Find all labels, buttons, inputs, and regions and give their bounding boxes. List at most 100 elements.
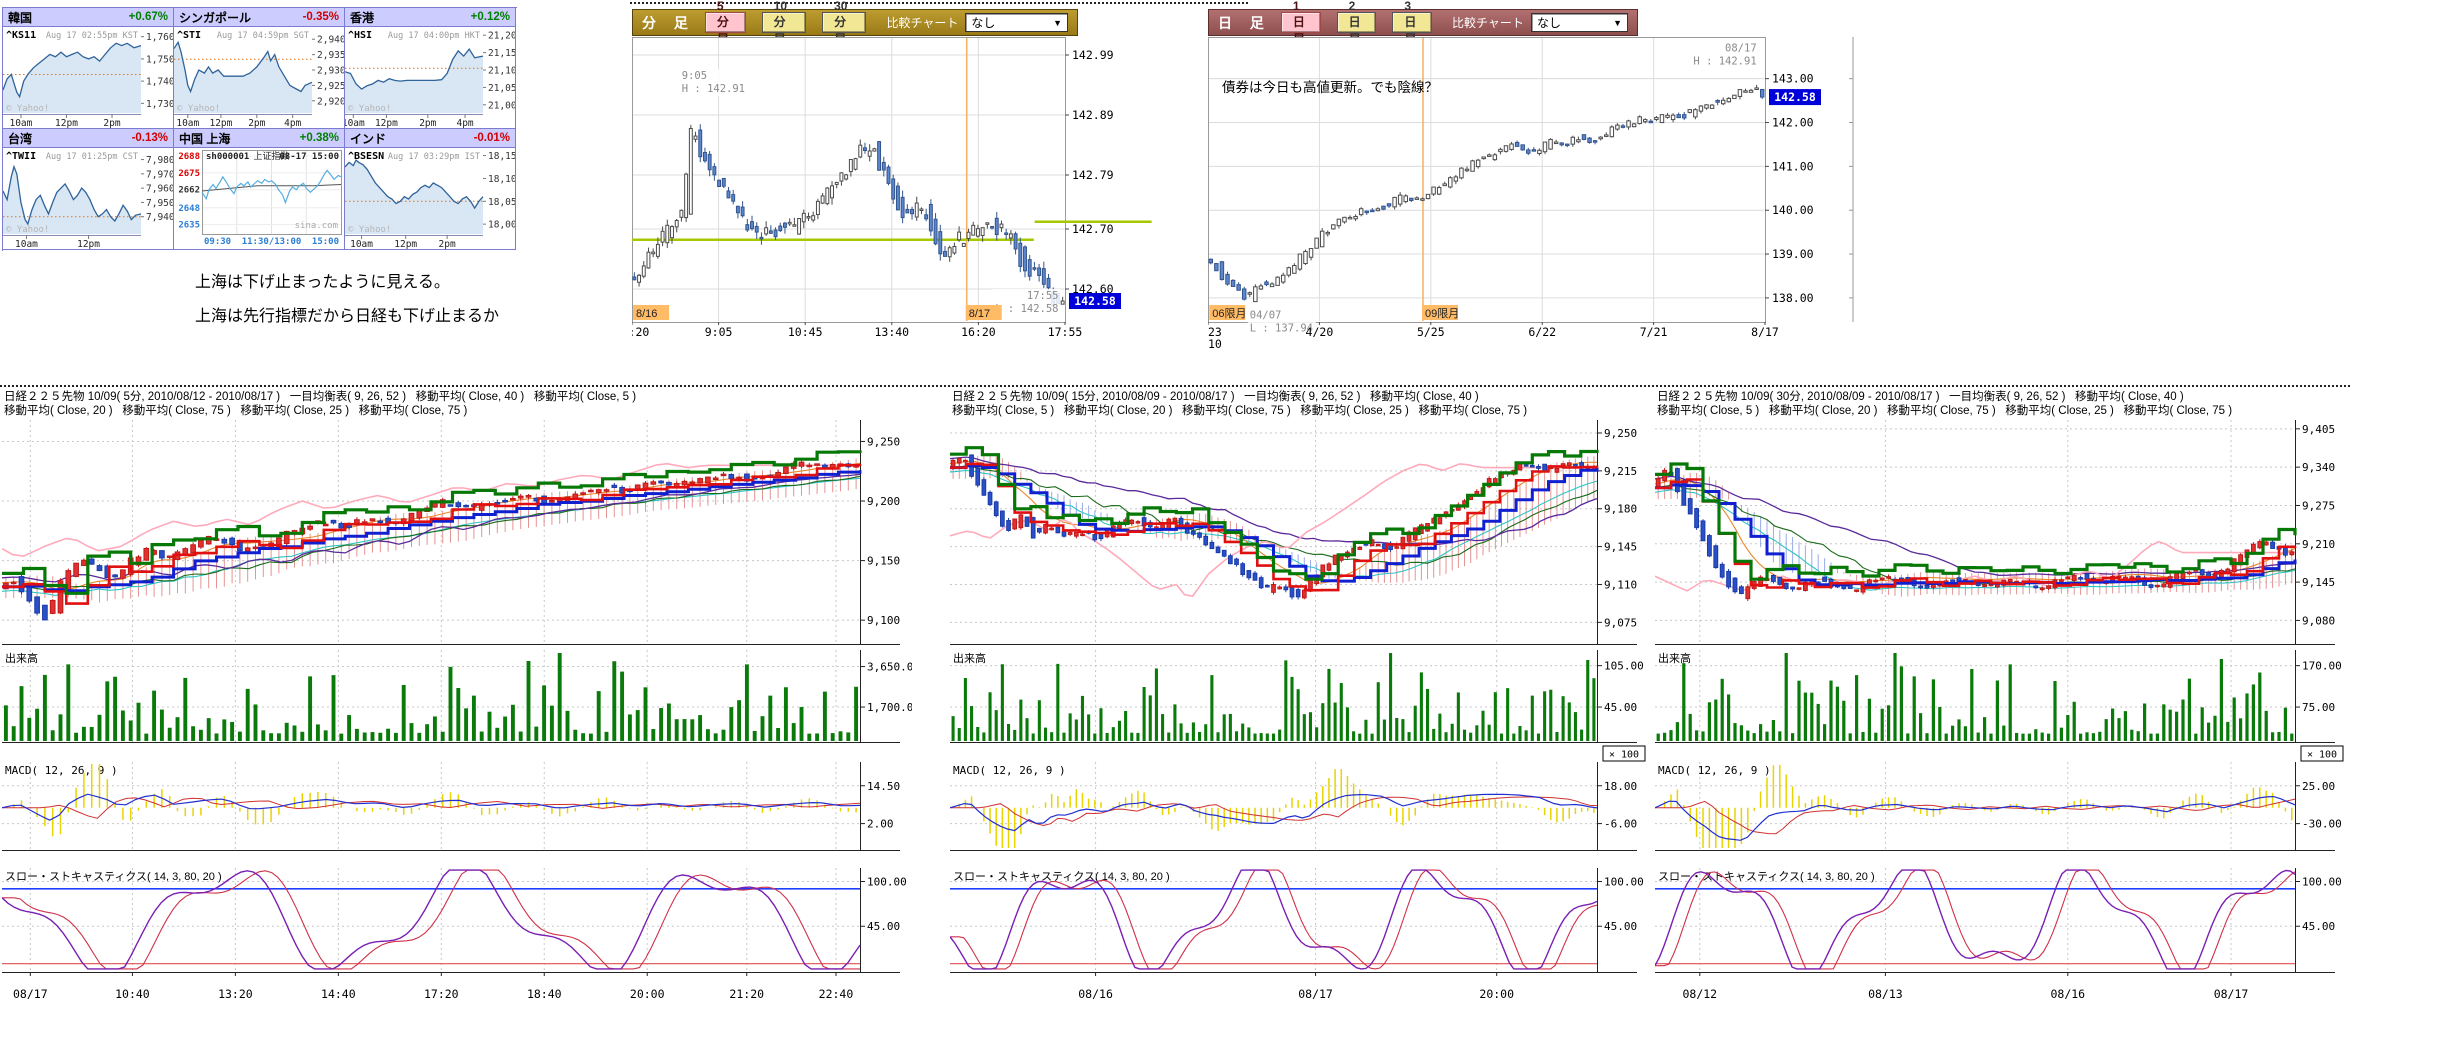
svg-text:^KS11: ^KS11	[6, 30, 36, 41]
market-sparkline: 26882675266226482635sh000001上证指数08-17 15…	[174, 148, 344, 249]
svg-text:100.00: 100.00	[2302, 876, 2342, 889]
svg-text:4/20: 4/20	[1306, 325, 1334, 339]
market-header: 韓国+0.67%	[3, 8, 173, 27]
tech-chart-t2[interactable]: 9,2509,2159,1809,1459,1109,075出来高105.004…	[950, 390, 1649, 1020]
svg-text:16:20: 16:20	[632, 325, 649, 339]
tab-10min[interactable]: 10分足	[762, 12, 806, 33]
market-change: +0.38%	[300, 132, 339, 144]
svg-text:7,940: 7,940	[146, 212, 173, 223]
svg-text:17:55: 17:55	[1027, 290, 1059, 302]
market-name: 中国 上海	[179, 130, 230, 147]
svg-text:4pm: 4pm	[456, 118, 473, 128]
market-change: -0.13%	[132, 132, 168, 144]
tech-chart-t3[interactable]: 9,4059,3409,2759,2109,1459,080出来高170.007…	[1655, 390, 2347, 1020]
svg-text:× 100: × 100	[1609, 750, 1639, 761]
svg-text:7,970: 7,970	[146, 169, 173, 180]
chevron-down-icon: ▼	[1613, 18, 1622, 28]
svg-text:2pm: 2pm	[419, 118, 436, 128]
tab-2day[interactable]: 2日足	[1337, 12, 1377, 33]
svg-text:Aug 17 01:25pm CST: Aug 17 01:25pm CST	[46, 152, 138, 162]
svg-text:11:30/13:00: 11:30/13:00	[242, 237, 302, 247]
svg-text:10am: 10am	[15, 239, 38, 249]
svg-text:12pm: 12pm	[375, 118, 398, 128]
svg-text:141.00: 141.00	[1772, 159, 1814, 173]
svg-text:18:40: 18:40	[527, 987, 562, 1001]
svg-text:2,925: 2,925	[317, 81, 344, 92]
market-panel-kr: 韓国+0.67%1,7601,7501,7401,730^KS11Aug 17 …	[3, 8, 174, 129]
svg-text:10:45: 10:45	[788, 325, 823, 339]
svg-text:20:00: 20:00	[1479, 987, 1514, 1001]
svg-text:6/22: 6/22	[1528, 325, 1556, 339]
svg-text:2,930: 2,930	[317, 66, 344, 77]
svg-text:^BSESN: ^BSESN	[348, 151, 384, 162]
svg-text:2648: 2648	[178, 204, 200, 214]
svg-text:142.58: 142.58	[1774, 90, 1816, 104]
market-panel-sh: 中国 上海 +0.38% 26882675266226482635sh000001上…	[174, 129, 345, 250]
svg-text:9,250: 9,250	[1604, 427, 1637, 440]
svg-text:45.00: 45.00	[1604, 920, 1637, 933]
svg-text:10am: 10am	[345, 118, 365, 128]
market-change: +0.67%	[129, 11, 168, 23]
svg-text:18,100: 18,100	[488, 174, 515, 185]
svg-text:09:30: 09:30	[204, 237, 231, 247]
svg-text:sh000001: sh000001	[206, 152, 249, 162]
svg-text:-30.00: -30.00	[2302, 818, 2342, 831]
svg-text:10am: 10am	[176, 118, 199, 128]
market-change: -0.35%	[303, 11, 339, 23]
svg-text:21,100: 21,100	[488, 66, 515, 77]
tab-3day[interactable]: 3日足	[1392, 12, 1432, 33]
svg-text:14.50: 14.50	[867, 780, 900, 793]
svg-text:08/17: 08/17	[13, 987, 48, 1001]
svg-text:142.58: 142.58	[1074, 294, 1116, 308]
svg-text:^HSI: ^HSI	[348, 30, 372, 41]
market-name: 台湾	[8, 130, 32, 147]
compare-chart-select-daily[interactable]: なし ▼	[1531, 13, 1628, 32]
market-sparkline: 2,9402,9352,9302,9252,920^STIAug 17 04:5…	[174, 27, 344, 128]
market-panel-in: インド-0.01%18,15018,10018,05018,000^BSESNA…	[345, 129, 516, 250]
tech-chart-t1[interactable]: 9,2509,2009,1509,100出来高3,650.001,700.00M…	[2, 390, 912, 1020]
tab-1day[interactable]: 1日足	[1281, 12, 1321, 33]
trading-dashboard: 韓国+0.67%1,7601,7501,7401,730^KS11Aug 17 …	[0, 0, 2450, 1038]
asia-markets-grid: 韓国+0.67%1,7601,7501,7401,730^KS11Aug 17 …	[2, 7, 517, 251]
market-change: +0.12%	[471, 11, 510, 23]
svg-text:出来高: 出来高	[953, 651, 986, 665]
tab-5min[interactable]: 5分足	[705, 12, 746, 33]
svg-text:21,000: 21,000	[488, 100, 515, 111]
tab-30min[interactable]: 30分足	[822, 12, 866, 33]
svg-text:2,935: 2,935	[317, 50, 344, 61]
svg-text:9,180: 9,180	[1604, 503, 1637, 516]
svg-text:170.00: 170.00	[2302, 660, 2342, 673]
svg-text:12pm: 12pm	[77, 239, 100, 249]
compare-chart-value: なし	[971, 14, 995, 31]
svg-text:2,940: 2,940	[317, 35, 344, 46]
svg-text:15:00: 15:00	[312, 237, 339, 247]
svg-text:10am: 10am	[9, 118, 32, 128]
svg-text:06限月: 06限月	[1212, 307, 1246, 320]
svg-text:8/17: 8/17	[969, 308, 990, 320]
svg-text:© Yahoo!: © Yahoo!	[348, 225, 391, 235]
tech-chart-subtitle: 移動平均( Close, 5 ) 移動平均( Close, 20 ) 移動平均(…	[1657, 404, 2232, 418]
svg-text:© Yahoo!: © Yahoo!	[348, 104, 391, 114]
svg-text:100.00: 100.00	[867, 876, 907, 889]
svg-text:出来高: 出来高	[1658, 651, 1691, 665]
svg-text:142.00: 142.00	[1772, 116, 1814, 130]
market-panel-sg: シンガポール-0.35%2,9402,9352,9302,9252,920^ST…	[174, 8, 345, 129]
svg-text:© Yahoo!: © Yahoo!	[6, 104, 49, 114]
svg-text:8/17: 8/17	[1751, 325, 1779, 339]
svg-text:9:05: 9:05	[682, 70, 707, 82]
minute-candlestick-chart[interactable]: 142.99142.89142.79142.70142.60142.589:05…	[632, 37, 1165, 355]
note-line-1: 上海は下げ止まったように見える。	[195, 268, 450, 292]
svg-text:8/16: 8/16	[636, 308, 657, 320]
svg-text:45.00: 45.00	[1604, 701, 1637, 714]
market-header: 中国 上海 +0.38%	[174, 129, 344, 148]
daily-chart-toolbar: 日 足 1日足 2日足 3日足 比較チャート なし ▼	[1208, 9, 1638, 36]
svg-text:105.00: 105.00	[1604, 660, 1644, 673]
svg-text:08/16: 08/16	[1078, 987, 1113, 1001]
svg-text:2pm: 2pm	[103, 118, 120, 128]
svg-text:7,950: 7,950	[146, 198, 173, 209]
market-name: シンガポール	[179, 9, 251, 26]
svg-text:08/12: 08/12	[1682, 987, 1717, 1001]
candlestick-plot[interactable]: 142.99142.89142.79142.70142.60142.589:05…	[632, 37, 1165, 350]
compare-chart-select[interactable]: なし ▼	[965, 13, 1068, 32]
market-change: -0.01%	[474, 132, 510, 144]
